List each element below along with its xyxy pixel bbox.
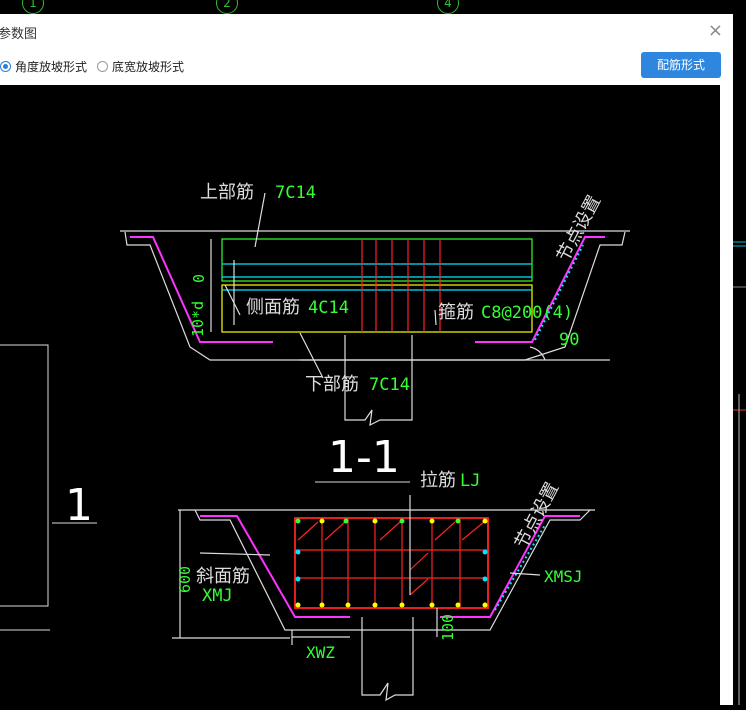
option-width-slope[interactable]: 底宽放坡形式: [97, 58, 184, 75]
axis-bubble-1: 1: [22, 0, 44, 14]
slope-bar-value: XMJ: [202, 586, 233, 606]
top-angle-value: 90: [559, 330, 579, 350]
bottom-bar-value: 7C14: [369, 375, 410, 395]
bottom-dim-100: 100: [439, 614, 457, 641]
option-angle-slope-label: 角度放坡形式: [15, 60, 88, 74]
slope-form-options: 角度放坡形式 底宽放坡形式: [0, 58, 194, 75]
stirrup-value: C8@200(4): [481, 303, 573, 323]
radio-unselected-icon[interactable]: [97, 61, 109, 72]
background-cad-strip: 1 2 4: [0, 0, 746, 14]
side-bar-value: 4C14: [308, 298, 349, 318]
axis-bubble-2: 2: [216, 0, 238, 14]
bottom-bar-label: 下部筋: [305, 374, 359, 395]
bar-dots: [295, 518, 488, 608]
close-icon[interactable]: ×: [708, 20, 723, 41]
left-panel-outline: [0, 344, 49, 607]
top-bar-label: 上部筋: [200, 182, 254, 203]
tie-value: LJ: [460, 471, 480, 491]
dialog-title: 参数图: [0, 27, 38, 42]
section-drawing: 上部筋 7C14 侧面筋 4C14 箍筋 C8@200(4) 下部筋 7C14 …: [0, 182, 630, 702]
reinforcement-form-button[interactable]: 配筋形式: [641, 52, 721, 78]
top-bar-box: [221, 238, 533, 282]
cad-drawing-canvas: 上部筋 7C14 侧面筋 4C14 箍筋 C8@200(4) 下部筋 7C14 …: [0, 85, 720, 710]
option-angle-slope[interactable]: 角度放坡形式: [0, 58, 87, 75]
radio-selected-icon[interactable]: [0, 61, 11, 72]
section-title: 1-1: [328, 432, 400, 483]
bottom-dim-600: 600: [176, 566, 194, 593]
axis-bubble-4: 4: [437, 0, 459, 14]
xmsj-label: XMSJ: [544, 567, 583, 586]
background-cad-edge: [733, 14, 746, 705]
top-bar-value: 7C14: [275, 183, 316, 203]
xwz-label: XWZ: [306, 643, 335, 662]
option-width-slope-label: 底宽放坡形式: [112, 60, 185, 74]
top-dim-d: 10*d: [189, 301, 207, 337]
side-bar-label: 侧面筋: [246, 297, 300, 318]
top-dim-zero: 0: [190, 274, 208, 283]
tie-label: 拉筋: [420, 470, 456, 491]
slope-bar-label: 斜面筋: [196, 566, 250, 587]
stirrup-label: 箍筋: [438, 302, 474, 323]
cage-outline: [294, 517, 489, 609]
parameter-dialog: 参数图 × 角度放坡形式 底宽放坡形式 配筋形式 上部筋 7C14 侧面筋 4C…: [0, 14, 733, 710]
